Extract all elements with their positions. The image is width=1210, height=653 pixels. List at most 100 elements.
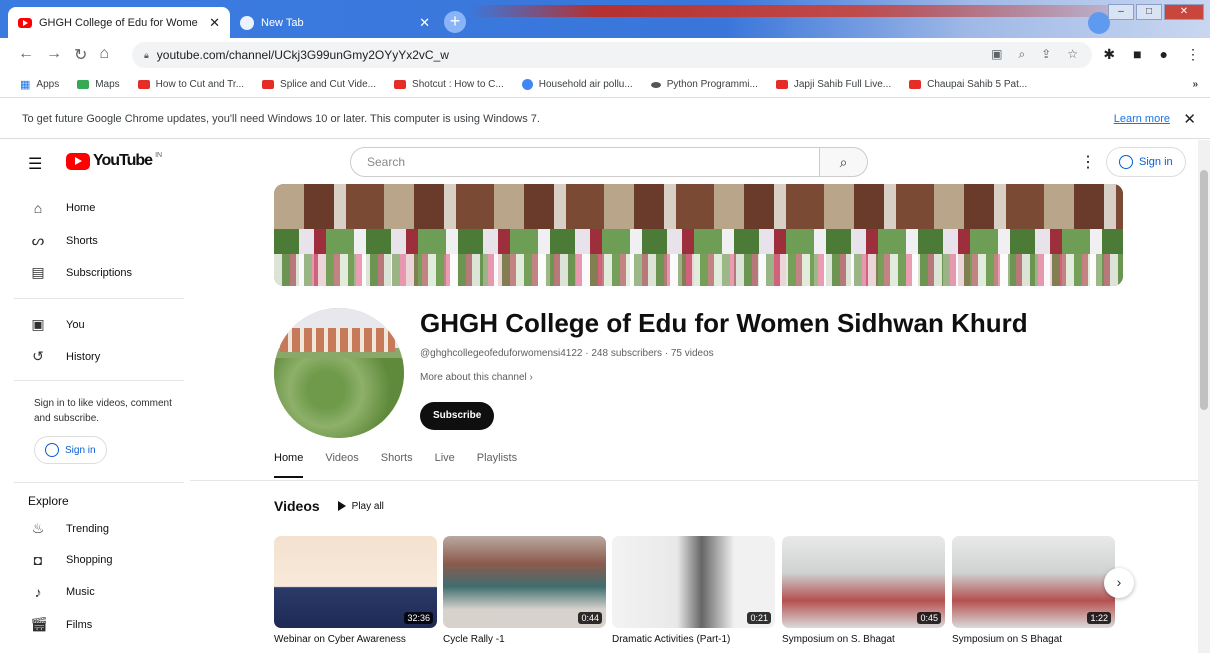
sidebar-item-history[interactable]: ↺ History [30, 348, 100, 365]
sidebar-item-you[interactable]: ▣ You [30, 316, 84, 333]
side-panel-icon[interactable]: ■ [1133, 46, 1141, 63]
banner-flowers [274, 254, 1123, 286]
video-thumbnail[interactable]: 0:45 [782, 536, 945, 628]
sidebar-item-subscriptions[interactable]: ▤ Subscriptions [30, 264, 132, 281]
video-thumbnail[interactable]: 0:21 [612, 536, 775, 628]
learn-more-link[interactable]: Learn more [1114, 113, 1170, 125]
close-window-button[interactable]: ✕ [1164, 4, 1204, 20]
settings-kebab-icon[interactable]: ⋮ [1080, 152, 1096, 172]
extensions-pin-icon[interactable]: ✱ [1103, 46, 1115, 63]
bookmark-label: Maps [95, 79, 120, 90]
bookmark-item[interactable]: Splice and Cut Vide... [262, 79, 376, 90]
sidebar-item-shorts[interactable]: ᔕ Shorts [30, 232, 98, 249]
reload-icon[interactable]: ↻ [74, 45, 87, 65]
sidebar-item-shopping[interactable]: ◘ Shopping [30, 552, 113, 568]
sidebar-divider [14, 298, 184, 299]
channel-tabs: Home Videos Shorts Live Playlists [274, 452, 517, 478]
lock-icon[interactable]: 🔒︎ [144, 50, 149, 61]
tab-title: New Tab [261, 16, 304, 29]
bookmark-item[interactable]: Household air pollu... [521, 79, 633, 90]
videos-heading[interactable]: Videos [274, 498, 320, 514]
tab-videos[interactable]: Videos [325, 452, 358, 478]
tab-youtube-channel[interactable]: GHGH College of Edu for Wome ✕ [8, 7, 230, 38]
tab-live[interactable]: Live [435, 452, 455, 478]
search-button[interactable]: ⌕ [820, 147, 868, 177]
back-arrow-icon[interactable]: ← [18, 45, 34, 65]
close-tab-icon[interactable]: ✕ [419, 15, 430, 31]
bookmark-apps[interactable]: ▦ Apps [20, 78, 59, 91]
video-title[interactable]: Dramatic Activities (Part-1) [612, 634, 775, 645]
account-circle-icon [45, 443, 59, 457]
avatar-building [280, 328, 395, 352]
sign-in-label: Sign in [1139, 156, 1173, 168]
channel-avatar[interactable] [274, 308, 404, 438]
video-title[interactable]: Symposium on S. Bhagat [782, 634, 945, 645]
menu-hamburger-icon[interactable]: ☰ [28, 154, 42, 174]
video-thumbnail[interactable]: 32:36 [274, 536, 437, 628]
video-duration: 0:44 [578, 612, 602, 624]
bookmark-item[interactable]: Shotcut : How to C... [394, 79, 504, 90]
address-bar[interactable]: 🔒︎ youtube.com/channel/UCkj3G99unGmy2OYy… [132, 42, 1092, 68]
bookmark-item[interactable]: Chaupai Sahib 5 Pat... [909, 79, 1027, 90]
video-card[interactable]: 0:45 Symposium on S. Bhagat [782, 536, 945, 645]
search-input[interactable]: Search [350, 147, 820, 177]
close-tab-icon[interactable]: ✕ [209, 15, 220, 31]
more-bookmarks-icon[interactable]: » [1192, 79, 1198, 90]
youtube-page: ☰ YouTube IN Search ⌕ ⋮ Sign in ⌂ Home ᔕ S… [0, 140, 1198, 653]
video-title[interactable]: Webinar on Cyber Awareness [274, 634, 437, 645]
zoom-icon[interactable]: ⌕ [1018, 47, 1025, 62]
sidebar-item-home[interactable]: ⌂ Home [30, 200, 96, 216]
video-title[interactable]: Cycle Rally -1 [443, 634, 606, 645]
close-infobar-icon[interactable]: ✕ [1183, 110, 1196, 128]
home-icon[interactable]: ⌂ [99, 45, 109, 65]
tab-home[interactable]: Home [274, 452, 304, 478]
tab-search-icon[interactable] [1088, 12, 1110, 34]
bookmark-maps[interactable]: Maps [77, 79, 120, 90]
tab-new-tab[interactable]: New Tab ✕ [230, 7, 440, 38]
sidebar-item-music[interactable]: ♪ Music [30, 584, 95, 600]
shelf-next-arrow-icon[interactable]: › [1104, 568, 1134, 598]
update-infobar: To get future Google Chrome updates, you… [0, 99, 1210, 139]
install-app-icon[interactable]: ▣ [991, 47, 1002, 62]
more-about-channel-link[interactable]: More about this channel › [420, 372, 533, 383]
chrome-menu-icon[interactable]: ⋮ [1186, 46, 1200, 63]
bookmark-star-icon[interactable]: ☆ [1067, 47, 1078, 62]
share-icon[interactable]: ⇪ [1041, 47, 1051, 62]
bookmark-item[interactable]: Japji Sahib Full Live... [775, 79, 892, 90]
bookmark-label: Japji Sahib Full Live... [793, 79, 892, 90]
minimize-button[interactable]: – [1108, 4, 1134, 20]
bookmark-item[interactable]: Python Programmi... [650, 79, 758, 90]
maximize-button[interactable]: □ [1136, 4, 1162, 20]
video-card[interactable]: 32:36 Webinar on Cyber Awareness [274, 536, 437, 645]
tab-shorts[interactable]: Shorts [381, 452, 413, 478]
new-tab-button[interactable]: + [444, 11, 466, 33]
video-thumbnail[interactable]: 0:44 [443, 536, 606, 628]
video-title[interactable]: Symposium on S Bhagat [952, 634, 1115, 645]
video-thumbnail[interactable]: 1:22 [952, 536, 1115, 628]
forward-arrow-icon[interactable]: → [46, 45, 62, 65]
play-all-button[interactable]: Play all [337, 501, 384, 512]
bookmark-item[interactable]: How to Cut and Tr... [137, 79, 245, 90]
sidebar-sign-in-button[interactable]: Sign in [34, 436, 107, 464]
more-about-label: More about this channel [420, 372, 527, 383]
page-scrollbar[interactable] [1198, 140, 1210, 653]
sidebar-item-trending[interactable]: ♨ Trending [30, 520, 109, 537]
profile-icon[interactable]: ● [1160, 46, 1168, 63]
bookmark-label: Apps [36, 79, 60, 90]
youtube-logo[interactable]: YouTube IN [66, 152, 162, 170]
browser-toolbar: ← → ↻ ⌂ 🔒︎ youtube.com/channel/UCkj3G99u… [0, 38, 1210, 72]
tab-playlists[interactable]: Playlists [477, 452, 517, 478]
youtube-favicon-icon [18, 17, 32, 28]
sidebar-item-label: History [66, 350, 101, 363]
python-site-icon [650, 81, 661, 88]
video-duration: 1:22 [1087, 612, 1111, 624]
video-card[interactable]: 1:22 Symposium on S Bhagat [952, 536, 1115, 645]
subscribe-button[interactable]: Subscribe [420, 402, 495, 430]
video-card[interactable]: 0:21 Dramatic Activities (Part-1) [612, 536, 775, 645]
sign-in-button[interactable]: Sign in [1106, 147, 1186, 177]
bookmark-label: How to Cut and Tr... [155, 79, 245, 90]
scrollbar-thumb[interactable] [1200, 170, 1208, 410]
video-card[interactable]: 0:44 Cycle Rally -1 [443, 536, 606, 645]
sidebar-item-films[interactable]: 🎬︎ Films [30, 616, 92, 633]
channel-meta: @ghghcollegeofeduforwomensi4122 · 248 su… [420, 348, 714, 359]
